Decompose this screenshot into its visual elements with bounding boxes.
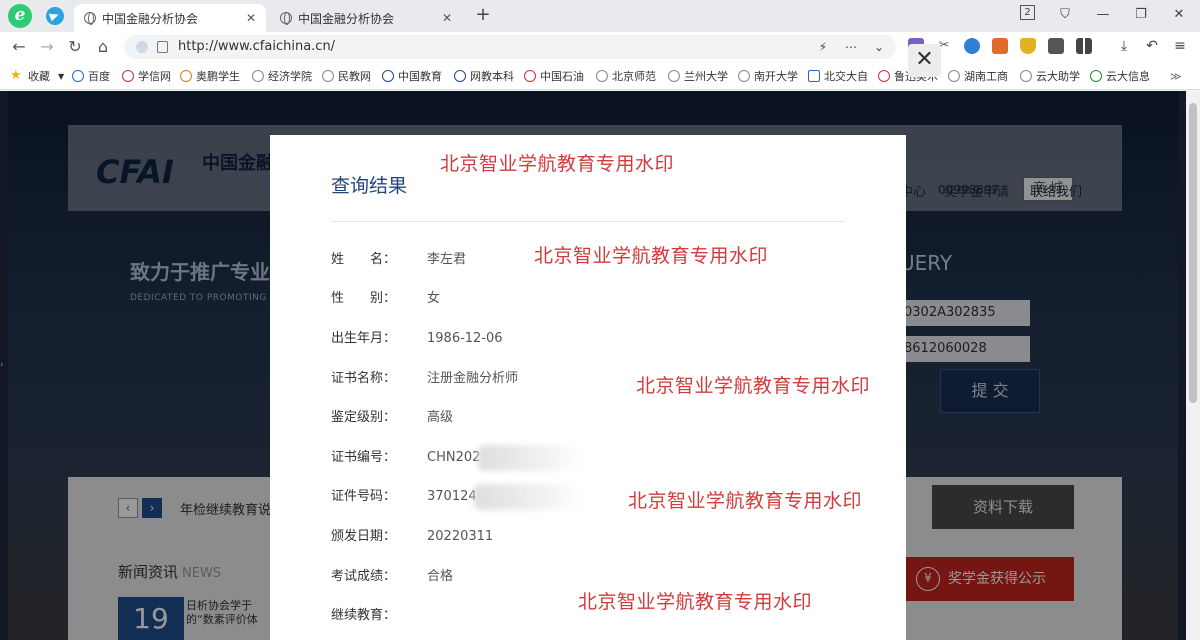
site-icon [1090, 70, 1102, 82]
site-icon [878, 70, 890, 82]
bookmarks-bar: ★ 收藏 ▼ 百度 学信网 奥鹏学生 经济学院 民教网 中国教育 网教本科 中国石油… [0, 62, 1200, 90]
shield-icon [136, 41, 148, 53]
globe-icon [1020, 70, 1032, 82]
globe-icon [280, 12, 292, 25]
restore-button[interactable]: ❐ [1128, 4, 1154, 26]
bookmark-item[interactable]: 网教本科 [454, 62, 514, 90]
site-icon [524, 70, 536, 82]
site-icon [808, 70, 820, 82]
new-tab-button[interactable]: + [472, 5, 494, 27]
side-handle-icon: › [0, 360, 4, 370]
tab-close-icon[interactable]: ✕ [242, 11, 260, 25]
game-extension-icon[interactable] [992, 38, 1008, 54]
watermark: 北京智业学航教育专用水印 [440, 153, 675, 175]
globe-icon [252, 70, 264, 82]
more-bookmarks-icon[interactable]: ≫ [1170, 62, 1182, 90]
globe-icon [84, 12, 96, 25]
watermark: 北京智业学航教育专用水印 [636, 375, 871, 397]
home-button[interactable]: ⌂ [92, 36, 114, 58]
menu-icon[interactable]: ≡ [1172, 38, 1188, 54]
forward-button[interactable]: → [36, 36, 58, 58]
site-icon [454, 70, 466, 82]
browser-logo-icon[interactable]: e [8, 4, 32, 28]
redaction-blur [474, 484, 582, 510]
globe-icon [596, 70, 608, 82]
tab-title: 中国金融分析协会 [298, 11, 395, 26]
shield-extension-icon[interactable] [1020, 38, 1036, 54]
site-icon [948, 70, 960, 82]
scrollbar-thumb[interactable] [1189, 103, 1197, 403]
bookmark-item[interactable]: 湖南工商 [948, 62, 1008, 90]
bookmark-item[interactable]: 北交大自 [808, 62, 868, 90]
tab-count-badge[interactable]: 2 [1020, 5, 1035, 20]
tab-title: 中国金融分析协会 [102, 11, 199, 26]
bookmark-item[interactable]: 兰州大学 [668, 62, 728, 90]
query-result-modal: 查询结果 姓 名： 李左君 性 别：女 出生年月： 1986-12-06 证书名称：… [270, 135, 906, 640]
globe-icon [738, 70, 750, 82]
site-icon [382, 70, 394, 82]
caret-icon: ▼ [58, 71, 65, 81]
globe-icon [668, 70, 680, 82]
bookmark-item[interactable]: 北京师范 [596, 62, 656, 90]
watermark: 北京智业学航教育专用水印 [628, 490, 863, 512]
modal-close-button[interactable]: ✕ [908, 44, 941, 77]
tab-active[interactable]: 中国金融分析协会 ✕ [74, 4, 266, 32]
undo-icon[interactable]: ↶ [1144, 38, 1160, 54]
shirt-icon[interactable]: ⛉ [1052, 4, 1078, 26]
bookmark-item[interactable]: 经济学院 [252, 62, 312, 90]
bookmark-item[interactable]: 云大助学 [1020, 62, 1080, 90]
url-bar[interactable]: http://www.cfaichina.cn/ ⚡ ⋯ ⌄ [124, 35, 896, 59]
tab-strip: e 中国金融分析协会 ✕ 中国金融分析协会 ✕ + 2 ⛉ — ❐ ✕ [0, 0, 1200, 32]
apps-icon[interactable] [1076, 38, 1092, 54]
paw-icon [72, 70, 84, 82]
bookmark-item[interactable]: 中国石油 [524, 62, 584, 90]
watermark: 北京智业学航教育专用水印 [534, 245, 769, 267]
lightning-icon[interactable]: ⚡ [814, 38, 832, 56]
window-extension-icon[interactable] [1048, 38, 1064, 54]
bookmark-item[interactable]: 百度 [72, 62, 110, 90]
insecure-lock-icon[interactable] [157, 41, 168, 53]
watermark: 北京智业学航教育专用水印 [578, 591, 813, 613]
page-viewport: CFAI 中国金融 00998897 商 城 中心 奖学金申请 联络我们 致力于… [0, 91, 1186, 640]
tab-close-icon[interactable]: ✕ [438, 11, 456, 25]
reload-button[interactable]: ↻ [64, 36, 86, 58]
modal-divider [331, 221, 845, 222]
back-button[interactable]: ← [8, 36, 30, 58]
star-icon: ★ [10, 68, 22, 83]
chevron-down-icon[interactable]: ⌄ [870, 38, 888, 56]
bookmark-item[interactable]: 云大信息 [1090, 62, 1150, 90]
tab-inactive[interactable]: 中国金融分析协会 ✕ [270, 4, 462, 32]
site-icon [180, 70, 192, 82]
bookmark-item[interactable]: ★ 收藏 ▼ [10, 62, 64, 90]
telegram-icon[interactable] [46, 7, 64, 25]
bookmark-item[interactable]: 中国教育 [382, 62, 442, 90]
close-window-button[interactable]: ✕ [1166, 4, 1192, 26]
site-icon [122, 70, 134, 82]
redaction-blur [478, 445, 582, 471]
bookmark-item[interactable]: 奥鹏学生 [180, 62, 240, 90]
bookmark-item[interactable]: 南开大学 [738, 62, 798, 90]
minimize-button[interactable]: — [1090, 4, 1116, 26]
bookmark-item[interactable]: 民教网 [322, 62, 371, 90]
bookmark-item[interactable]: 学信网 [122, 62, 171, 90]
more-icon[interactable]: ⋯ [842, 38, 860, 56]
page-scrollbar[interactable] [1186, 91, 1200, 640]
modal-title: 查询结果 [331, 175, 408, 197]
search-extension-icon[interactable] [964, 38, 980, 54]
url-text[interactable]: http://www.cfaichina.cn/ [178, 35, 335, 59]
download-icon[interactable]: ⤓ [1116, 38, 1132, 54]
site-icon [322, 70, 334, 82]
